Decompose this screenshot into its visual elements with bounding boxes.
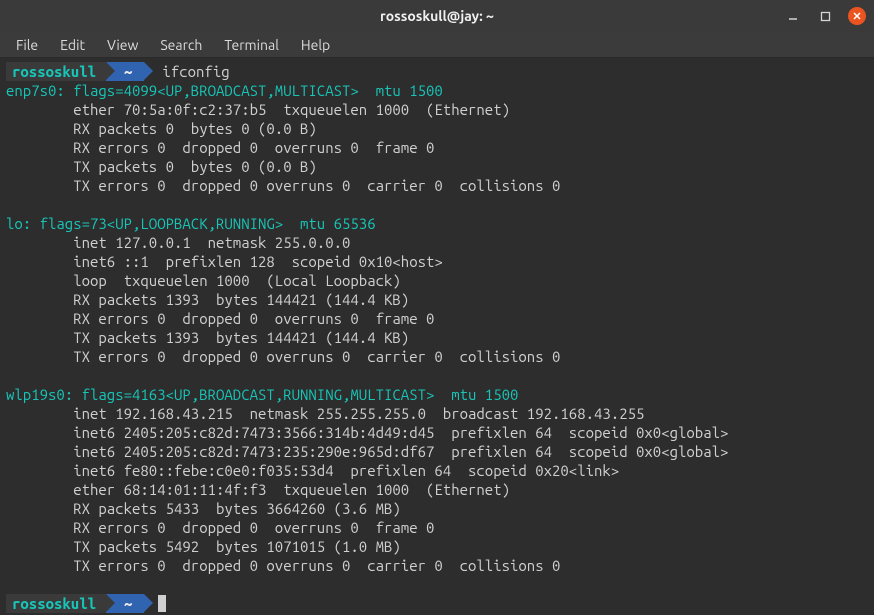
output-line: RX packets 0 bytes 0 (0.0 B): [6, 119, 868, 138]
output-line: TX errors 0 dropped 0 overruns 0 carrier…: [6, 556, 868, 575]
output-line: inet6 2405:205:c82d:7473:3566:314b:4d49:…: [6, 423, 868, 442]
menu-terminal[interactable]: Terminal: [214, 34, 289, 56]
output-line: inet6 ::1 prefixlen 128 scopeid 0x10<hos…: [6, 252, 868, 271]
output-line: inet6 2405:205:c82d:7473:235:290e:965d:d…: [6, 442, 868, 461]
menubar: File Edit View Search Terminal Help: [0, 32, 874, 58]
output-line: TX errors 0 dropped 0 overruns 0 carrier…: [6, 347, 868, 366]
output-line: ether 68:14:01:11:4f:f3 txqueuelen 1000 …: [6, 480, 868, 499]
menu-file[interactable]: File: [6, 34, 48, 56]
terminal-viewport[interactable]: rossoskull ~ ifconfig enp7s0: flags=4099…: [0, 58, 874, 615]
output-line: loop txqueuelen 1000 (Local Loopback): [6, 271, 868, 290]
prompt-line-1: rossoskull ~ ifconfig: [6, 62, 868, 81]
output-line: inet6 fe80::febe:c0e0:f035:53d4 prefixle…: [6, 461, 868, 480]
menu-edit[interactable]: Edit: [50, 34, 95, 56]
iface-lo-header: lo: flags=73<UP,LOOPBACK,RUNNING> mtu 65…: [6, 214, 868, 233]
maximize-button[interactable]: [816, 7, 834, 25]
minimize-button[interactable]: [784, 7, 802, 25]
window-controls: [784, 7, 866, 25]
output-blank: [6, 366, 868, 385]
iface-enp7s0-header: enp7s0: flags=4099<UP,BROADCAST,MULTICAS…: [6, 81, 868, 100]
iface-wlp19s0-header: wlp19s0: flags=4163<UP,BROADCAST,RUNNING…: [6, 385, 868, 404]
prompt-user: rossoskull: [6, 594, 106, 613]
window-title: rossoskull@jay: ~: [380, 8, 494, 24]
menu-view[interactable]: View: [97, 34, 148, 56]
output-line: inet 192.168.43.215 netmask 255.255.255.…: [6, 404, 868, 423]
close-button[interactable]: [848, 7, 866, 25]
prompt-line-2: rossoskull ~: [6, 594, 868, 613]
terminal-cursor[interactable]: [158, 595, 166, 612]
output-line: RX errors 0 dropped 0 overruns 0 frame 0: [6, 309, 868, 328]
output-line: inet 127.0.0.1 netmask 255.0.0.0: [6, 233, 868, 252]
output-line: RX packets 5433 bytes 3664260 (3.6 MB): [6, 499, 868, 518]
titlebar: rossoskull@jay: ~: [0, 0, 874, 32]
output-line: RX errors 0 dropped 0 overruns 0 frame 0: [6, 138, 868, 157]
output-blank: [6, 195, 868, 214]
output-line: RX errors 0 dropped 0 overruns 0 frame 0: [6, 518, 868, 537]
command-text: ifconfig: [144, 62, 229, 81]
output-blank: [6, 575, 868, 594]
output-line: RX packets 1393 bytes 144421 (144.4 KB): [6, 290, 868, 309]
output-line: ether 70:5a:0f:c2:37:b5 txqueuelen 1000 …: [6, 100, 868, 119]
prompt-user: rossoskull: [6, 62, 106, 81]
menu-help[interactable]: Help: [291, 34, 340, 56]
output-line: TX packets 1393 bytes 144421 (144.4 KB): [6, 328, 868, 347]
output-line: TX packets 0 bytes 0 (0.0 B): [6, 157, 868, 176]
output-line: TX packets 5492 bytes 1071015 (1.0 MB): [6, 537, 868, 556]
output-line: TX errors 0 dropped 0 overruns 0 carrier…: [6, 176, 868, 195]
menu-search[interactable]: Search: [150, 34, 212, 56]
